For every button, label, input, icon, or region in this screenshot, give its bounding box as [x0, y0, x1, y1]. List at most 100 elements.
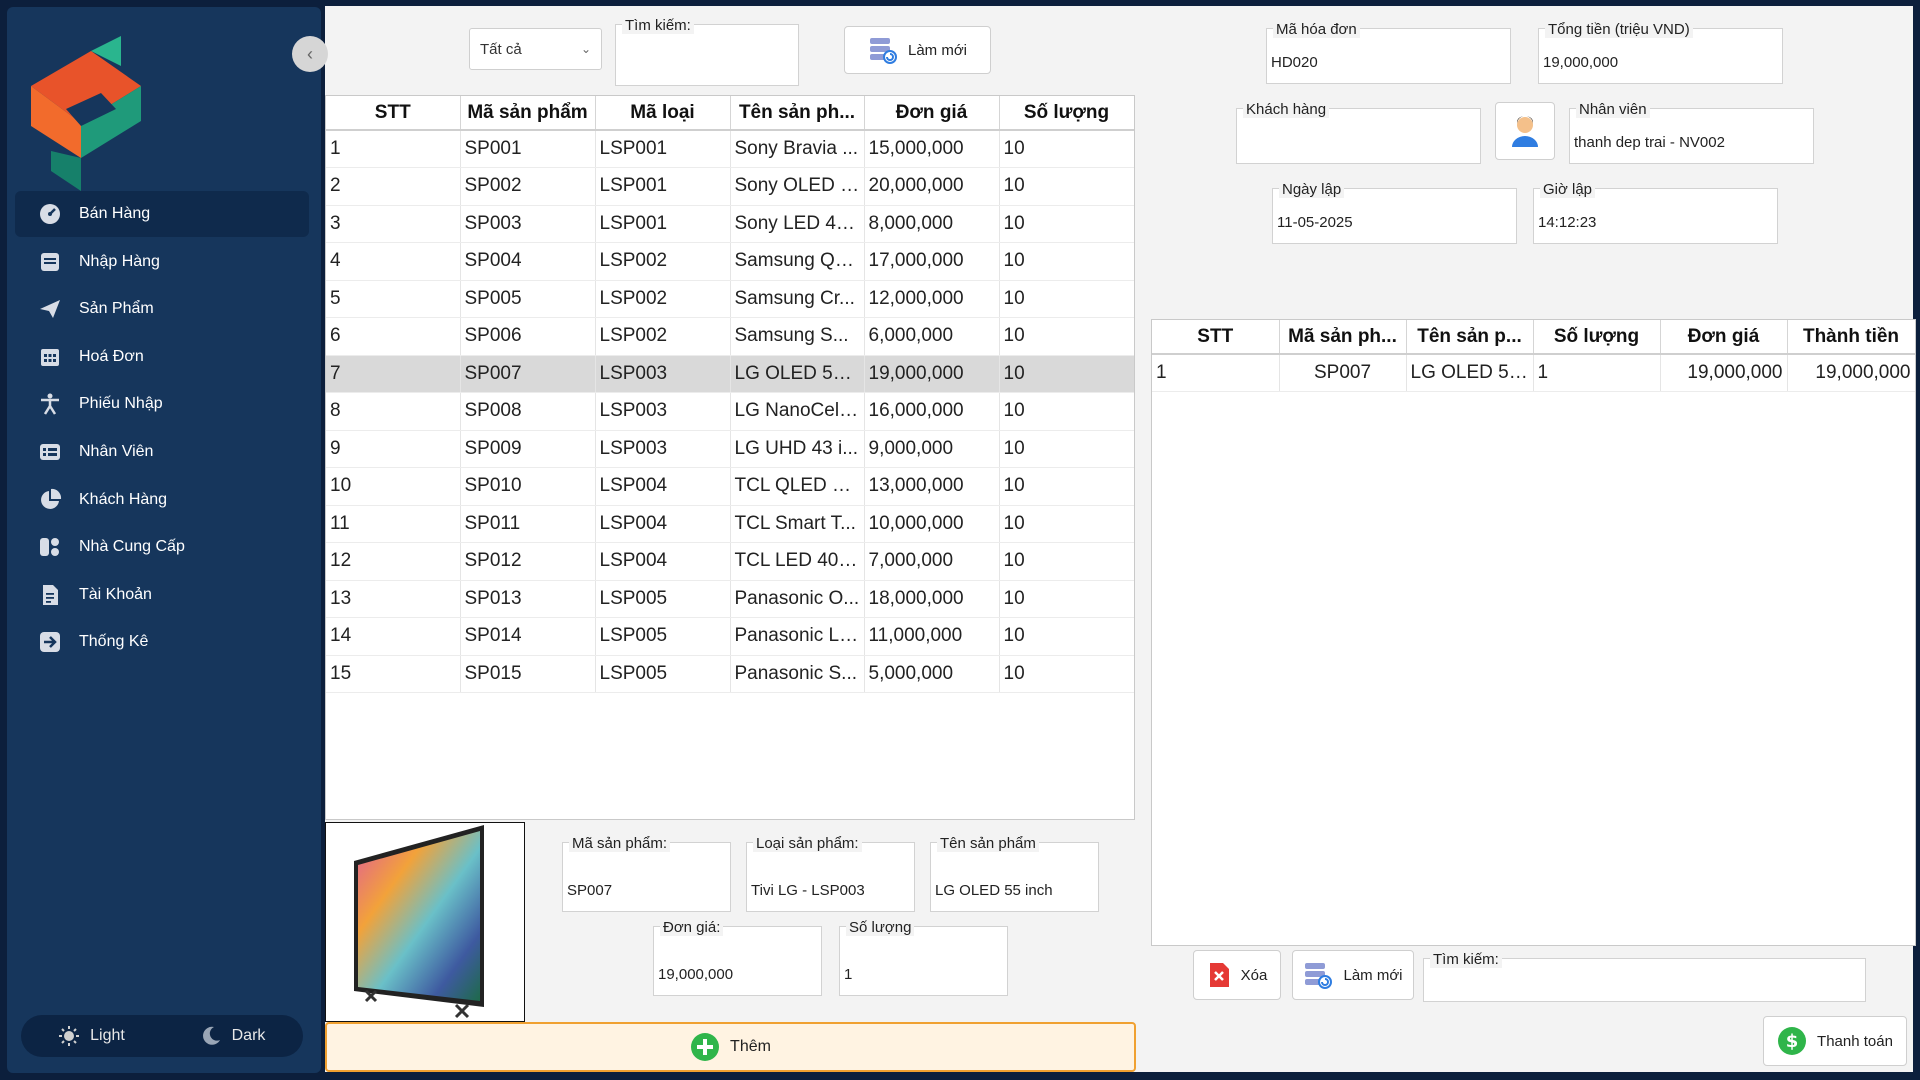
supplier-blocks-icon — [37, 534, 63, 560]
product-table-cell: Panasonic O... — [730, 580, 865, 618]
product-table-cell: LSP003 — [595, 392, 731, 431]
add-to-cart-button[interactable]: Thêm — [325, 1022, 1136, 1072]
sidebar-item-10[interactable]: Thống Kê — [15, 619, 309, 665]
product-refresh-button[interactable]: Làm mới — [844, 26, 991, 74]
product-table-cell: Samsung S... — [730, 317, 865, 356]
product-table-cell: LSP002 — [595, 317, 731, 356]
product-table-cell: 3 — [326, 205, 461, 243]
cart-search-field[interactable]: Tìm kiếm: — [1423, 951, 1866, 1002]
sidebar-item-4[interactable]: Hoá Đơn — [15, 334, 309, 380]
product-table-header-6[interactable]: Số lượng — [999, 96, 1134, 131]
sidebar-item-1[interactable]: Bán Hàng — [15, 191, 309, 237]
product-table-cell: 18,000,000 — [864, 580, 1000, 618]
product-table-cell: 16,000,000 — [864, 392, 1000, 431]
product-table-cell: Panasonic S... — [730, 655, 865, 693]
invoice-id-field[interactable]: Mã hóa đơn HD020 — [1266, 21, 1511, 84]
product-table-row[interactable]: 10 SP010 LSP004 TCL QLED 55... 13,000,000 10 — [326, 467, 1134, 506]
theme-dark-label: Dark — [231, 1027, 266, 1044]
date-field[interactable]: Ngày lập 11-05-2025 — [1272, 181, 1517, 244]
sidebar-item-5[interactable]: Phiếu Nhập — [15, 381, 309, 427]
customer-label: Khách hàng — [1243, 101, 1330, 118]
staff-value: thanh dep trai - NV002 — [1574, 134, 1725, 151]
product-table-row[interactable]: 6 SP006 LSP002 Samsung S... 6,000,000 10 — [326, 317, 1134, 356]
detail-code-field[interactable]: Mã sản phẩm: SP007 — [562, 835, 731, 912]
user-avatar-icon — [1510, 115, 1540, 147]
product-table-cell: SP005 — [460, 280, 596, 318]
customer-field[interactable]: Khách hàng — [1236, 101, 1481, 164]
product-table-cell: SP011 — [460, 505, 596, 543]
product-table-cell: LSP001 — [595, 130, 731, 168]
detail-name-value: LG OLED 55 inch — [935, 882, 1053, 899]
product-table-header-1[interactable]: STT — [326, 96, 461, 131]
checkout-button[interactable]: $ Thanh toán — [1763, 1016, 1907, 1066]
product-table-row[interactable]: 1 SP001 LSP001 Sony Bravia ... 15,000,000 10 — [326, 130, 1134, 168]
theme-dark-option[interactable]: Dark — [162, 1015, 303, 1057]
invoice-total-field[interactable]: Tổng tiền (triệu VND) 19,000,000 — [1538, 21, 1783, 84]
cart-table-header-1[interactable]: STT — [1152, 320, 1280, 355]
product-table-cell: 11 — [326, 505, 461, 543]
product-table-cell: SP002 — [460, 167, 596, 206]
product-table: STT Mã sản phẩm Mã loại Tên sản ph... Đơn gi… — [325, 95, 1135, 820]
product-table-cell: TCL QLED 55... — [730, 467, 865, 506]
product-table-row[interactable]: 5 SP005 LSP002 Samsung Cr... 12,000,000 10 — [326, 280, 1134, 318]
cart-table-header-5[interactable]: Đơn giá — [1660, 320, 1788, 355]
cart-refresh-button[interactable]: Làm mới — [1292, 950, 1414, 1000]
product-table-row[interactable]: 4 SP004 LSP002 Samsung QL... 17,000,000 10 — [326, 242, 1134, 281]
detail-code-label: Mã sản phẩm: — [569, 835, 671, 852]
invoice-id-value: HD020 — [1271, 54, 1318, 71]
calendar-grid-icon — [37, 344, 63, 370]
product-table-row[interactable]: 12 SP012 LSP004 TCL LED 40 i... 7,000,000 10 — [326, 542, 1134, 581]
cart-table-header-3[interactable]: Tên sản p... — [1406, 320, 1534, 355]
product-table-header-5[interactable]: Đơn giá — [864, 96, 1000, 131]
product-table-cell: 10 — [999, 505, 1134, 543]
product-table-header-4[interactable]: Tên sản ph... — [730, 96, 865, 131]
product-search-label: Tìm kiếm: — [622, 17, 694, 34]
detail-type-field[interactable]: Loại sản phẩm: Tivi LG - LSP003 — [746, 835, 915, 912]
detail-type-label: Loại sản phẩm: — [753, 835, 862, 852]
product-table-cell: 14 — [326, 617, 461, 656]
product-table-row[interactable]: 2 SP002 LSP001 Sony OLED 6... 20,000,000 10 — [326, 167, 1134, 206]
cart-table-cell: 19,000,000 — [1660, 354, 1788, 392]
product-table-row[interactable]: 14 SP014 LSP005 Panasonic LE... 11,000,000 10 — [326, 617, 1134, 656]
product-table-header-2[interactable]: Mã sản phẩm — [460, 96, 596, 131]
product-table-row[interactable]: 3 SP003 LSP001 Sony LED 43... 8,000,000 10 — [326, 205, 1134, 243]
detail-qty-field[interactable]: Số lượng 1 — [839, 919, 1008, 996]
product-table-row[interactable]: 15 SP015 LSP005 Panasonic S... 5,000,000 10 — [326, 655, 1134, 693]
staff-field[interactable]: Nhân viên thanh dep trai - NV002 — [1569, 101, 1814, 164]
sidebar-item-7[interactable]: Khách Hàng — [15, 477, 309, 523]
select-customer-button[interactable] — [1495, 102, 1555, 160]
product-table-row[interactable]: 9 SP009 LSP003 LG UHD 43 i... 9,000,000 10 — [326, 430, 1134, 468]
cart-table-header-2[interactable]: Mã sản ph... — [1279, 320, 1407, 355]
product-table-cell: LSP001 — [595, 167, 731, 206]
cart-table-cell: LG OLED 55... — [1406, 354, 1534, 392]
product-search-field[interactable]: Tìm kiếm: — [615, 17, 799, 86]
product-table-cell: LSP005 — [595, 617, 731, 656]
product-table-header-3[interactable]: Mã loại — [595, 96, 731, 131]
theme-toggle[interactable]: Light Dark — [21, 1015, 303, 1057]
sidebar-item-3[interactable]: Sản Phẩm — [15, 286, 309, 332]
detail-name-field[interactable]: Tên sản phẩm LG OLED 55 inch — [930, 835, 1099, 912]
product-table-row[interactable]: 13 SP013 LSP005 Panasonic O... 18,000,000 10 — [326, 580, 1134, 618]
product-refresh-label: Làm mới — [907, 41, 967, 59]
cart-table-header-6[interactable]: Thành tiền — [1787, 320, 1915, 355]
delete-cart-item-button[interactable]: Xóa — [1193, 950, 1281, 1000]
product-table-row[interactable]: 7 SP007 LSP003 LG OLED 55 i... 19,000,000 10 — [326, 355, 1134, 393]
theme-light-option[interactable]: Light — [21, 1015, 162, 1057]
product-table-cell: LSP005 — [595, 655, 731, 693]
product-table-cell: Sony Bravia ... — [730, 130, 865, 168]
product-table-row[interactable]: 11 SP011 LSP004 TCL Smart T... 10,000,000 10 — [326, 505, 1134, 543]
cart-table-row[interactable]: 1 SP007 LG OLED 55... 1 19,000,000 19,000,000 — [1152, 354, 1915, 392]
cart-table-header-4[interactable]: Số lượng — [1533, 320, 1661, 355]
sidebar-item-2[interactable]: Nhập Hàng — [15, 239, 309, 285]
sidebar-nav: Bán Hàng Nhập Hàng Sản Phẩm Hoá Đơn Phiếu Nh… — [15, 191, 309, 667]
delete-x-icon — [1207, 961, 1231, 989]
time-field[interactable]: Giờ lập 14:12:23 — [1533, 181, 1778, 244]
collapse-sidebar-button[interactable]: ‹ — [292, 36, 328, 72]
product-table-row[interactable]: 8 SP008 LSP003 LG NanoCell ... 16,000,000 10 — [326, 392, 1134, 431]
sidebar-item-6[interactable]: Nhân Viên — [15, 429, 309, 475]
category-select[interactable]: Tất cả ⌄ — [469, 28, 602, 70]
sidebar-item-9[interactable]: Tài Khoản — [15, 572, 309, 618]
detail-price-field[interactable]: Đơn giá: 19,000,000 — [653, 919, 822, 996]
sidebar-item-8[interactable]: Nhà Cung Cấp — [15, 524, 309, 570]
sidebar-item-label: Nhân Viên — [79, 442, 154, 460]
